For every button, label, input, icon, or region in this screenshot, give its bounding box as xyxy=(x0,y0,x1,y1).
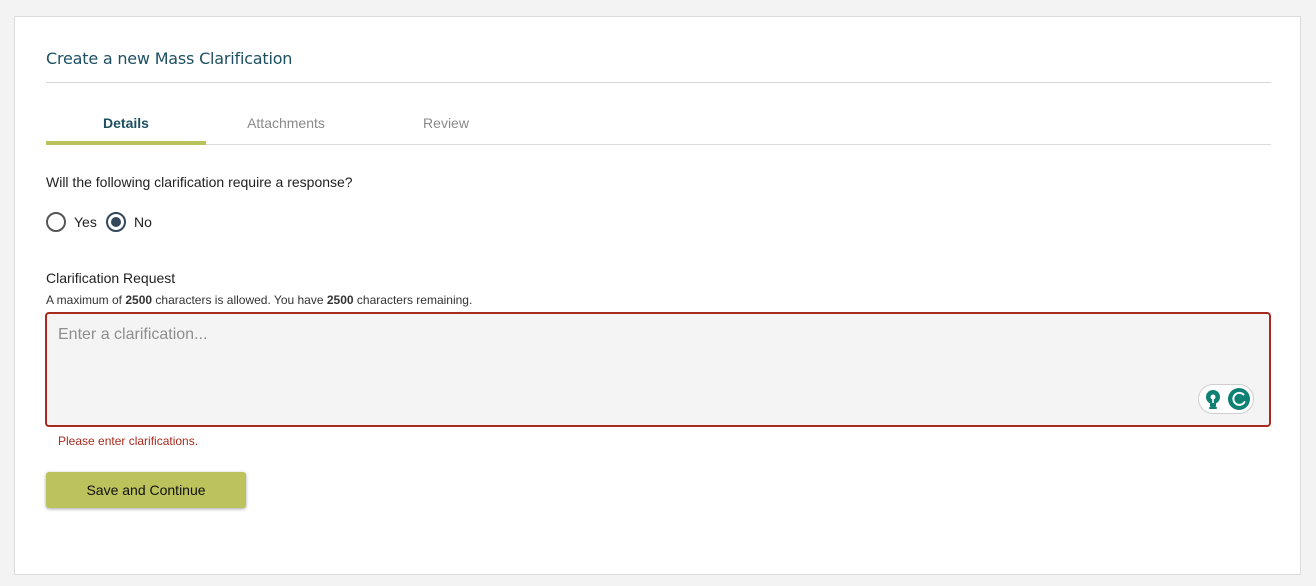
radio-yes-circle[interactable] xyxy=(46,212,66,232)
char-info-prefix: A maximum of xyxy=(46,293,123,307)
clarification-label: Clarification Request xyxy=(46,270,176,286)
active-tab-indicator xyxy=(46,141,206,145)
clarification-field-wrapper xyxy=(45,312,1271,427)
tab-details[interactable]: Details xyxy=(46,113,206,145)
tab-review-label: Review xyxy=(423,115,469,131)
title-divider xyxy=(46,82,1271,83)
tab-attachments-label: Attachments xyxy=(247,115,325,131)
response-question: Will the following clarification require… xyxy=(46,174,353,190)
tab-details-label: Details xyxy=(103,115,149,131)
char-info-middle: characters is allowed. You have xyxy=(155,293,324,307)
radio-yes-label: Yes xyxy=(74,214,97,230)
grammar-check-icon[interactable] xyxy=(1227,388,1250,410)
save-and-continue-button[interactable]: Save and Continue xyxy=(46,472,246,508)
writing-assistant-widget xyxy=(1198,384,1254,414)
char-info-suffix: characters remaining. xyxy=(356,293,473,307)
char-limit-info: A maximum of 2500 characters is allowed.… xyxy=(46,293,472,307)
radio-yes[interactable]: Yes xyxy=(46,212,97,232)
clarification-input[interactable] xyxy=(47,314,1269,425)
radio-no-label: No xyxy=(134,214,152,230)
page-title: Create a new Mass Clarification xyxy=(46,49,293,68)
radio-no[interactable]: No xyxy=(106,212,152,232)
tab-review[interactable]: Review xyxy=(366,113,526,144)
radio-no-circle[interactable] xyxy=(106,212,126,232)
form-card: Create a new Mass Clarification Details … xyxy=(14,16,1301,575)
max-chars: 2500 xyxy=(125,293,153,307)
remaining-chars: 2500 xyxy=(326,293,354,307)
clarification-error: Please enter clarifications. xyxy=(58,434,199,448)
tab-attachments[interactable]: Attachments xyxy=(206,113,366,144)
tab-bar: Details Attachments Review xyxy=(46,113,1271,145)
lightbulb-icon[interactable] xyxy=(1202,388,1224,410)
